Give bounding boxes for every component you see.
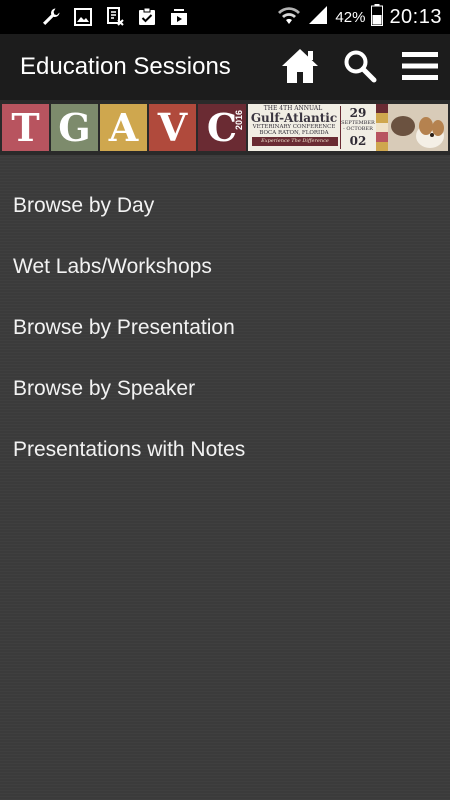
banner-letter-c: C 2016	[198, 104, 246, 151]
search-icon	[343, 49, 377, 88]
date-months: SEPTEMBER - OCTOBER	[341, 120, 375, 132]
menu-button[interactable]	[399, 47, 441, 89]
menu-item-label: Browse by Speaker	[13, 377, 196, 400]
home-button[interactable]	[279, 47, 321, 89]
wrench-icon	[40, 6, 62, 28]
banner-letter-g: G	[51, 104, 98, 151]
gallery-icon	[72, 6, 94, 28]
home-icon	[280, 47, 320, 90]
sessions-menu: Browse by Day Wet Labs/Workshops Browse …	[0, 155, 450, 800]
clipboard-icon	[136, 6, 158, 28]
menu-item-browse-by-speaker[interactable]: Browse by Speaker	[0, 350, 450, 411]
menu-item-label: Browse by Day	[13, 194, 155, 217]
dog-photo-icon	[388, 104, 448, 151]
media-icon	[168, 6, 190, 28]
banner-letter-a: A	[100, 104, 147, 151]
system-status: 42% 20:13	[277, 3, 442, 31]
battery-percentage: 42%	[335, 8, 366, 26]
banner-letter-c-text: C	[206, 105, 238, 150]
date-end: 02	[349, 134, 367, 148]
banner-letter-t: T	[2, 104, 49, 151]
battery-icon	[371, 3, 384, 31]
menu-item-label: Browse by Presentation	[13, 316, 235, 339]
banner-year: 2016	[234, 110, 244, 131]
wifi-icon	[277, 5, 301, 30]
clock: 20:13	[389, 5, 442, 28]
search-button[interactable]	[339, 47, 381, 89]
menu-item-browse-by-day[interactable]: Browse by Day	[0, 167, 450, 228]
notification-icons	[40, 6, 190, 28]
conference-banner: T G A V C 2016 THE 4TH ANNUAL Gulf-Atlan…	[0, 100, 450, 155]
menu-item-presentations-with-notes[interactable]: Presentations with Notes	[0, 411, 450, 472]
conference-location: BOCA RATON, FLORIDA	[259, 130, 329, 136]
signal-icon	[307, 5, 329, 30]
menu-item-label: Presentations with Notes	[13, 438, 246, 461]
menu-item-label: Wet Labs/Workshops	[13, 255, 212, 278]
page-title: Education Sessions	[20, 53, 231, 80]
screenshot-icon	[104, 6, 126, 28]
banner-letter-v: V	[149, 104, 196, 151]
banner-photo	[388, 104, 448, 151]
banner-stripes	[376, 104, 388, 152]
conference-dates: 29 SEPTEMBER - OCTOBER 02	[340, 106, 375, 149]
conference-tagline: Experience The Difference	[252, 137, 338, 146]
hamburger-menu-icon	[402, 51, 438, 86]
status-bar: 42% 20:13	[0, 0, 450, 34]
menu-item-browse-by-presentation[interactable]: Browse by Presentation	[0, 289, 450, 350]
menu-item-wet-labs-workshops[interactable]: Wet Labs/Workshops	[0, 228, 450, 289]
conference-info: THE 4TH ANNUAL Gulf-Atlantic VETERINARY …	[248, 104, 376, 151]
app-bar: Education Sessions	[0, 34, 450, 100]
date-start: 29	[349, 106, 367, 120]
conference-name: Gulf-Atlantic	[250, 111, 338, 125]
